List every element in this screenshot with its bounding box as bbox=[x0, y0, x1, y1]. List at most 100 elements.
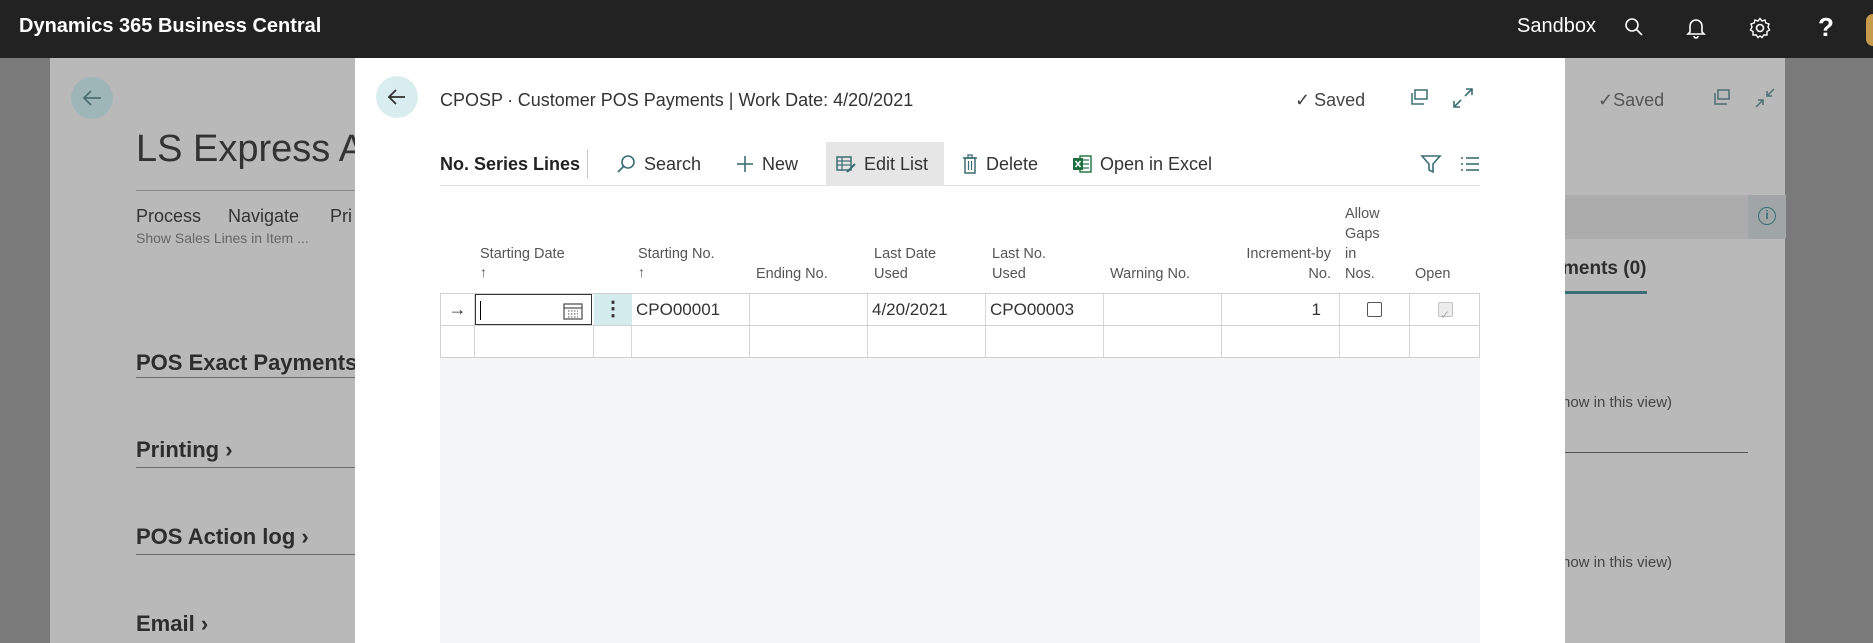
expand-icon[interactable] bbox=[1452, 87, 1474, 109]
help-icon[interactable]: ? bbox=[1814, 12, 1838, 42]
column-header-starting-no[interactable]: Starting No. ↑ bbox=[638, 244, 715, 280]
environment-label[interactable]: Sandbox bbox=[1517, 15, 1596, 38]
top-bar: Dynamics 365 Business Central Sandbox ? bbox=[0, 0, 1873, 58]
header-label: Starting No. bbox=[638, 246, 715, 262]
edit-list-icon bbox=[836, 156, 856, 173]
saved-status: ✓ Saved bbox=[1295, 90, 1365, 111]
toolbar-separator bbox=[587, 150, 588, 178]
background-back-button[interactable] bbox=[71, 77, 113, 119]
section-label: POS Exact Payments bbox=[136, 350, 358, 375]
table-row[interactable]: → ⋮ CPO00001 4/20/2021 CPO00003 1 bbox=[440, 293, 1480, 326]
check-icon: ✓ bbox=[1295, 90, 1311, 110]
sort-ascending-icon: ↑ bbox=[480, 264, 487, 280]
open-in-excel-button[interactable]: Open in Excel bbox=[1062, 142, 1222, 186]
avatar[interactable] bbox=[1866, 14, 1873, 46]
section-printing[interactable]: Printing › bbox=[136, 437, 233, 463]
header-label: in bbox=[1345, 246, 1357, 262]
back-arrow-icon bbox=[82, 90, 101, 106]
bell-icon[interactable] bbox=[1686, 17, 1712, 43]
popout-icon[interactable] bbox=[1712, 87, 1736, 111]
grid-empty-area bbox=[440, 358, 1480, 643]
check-icon: ✓ bbox=[1598, 90, 1614, 110]
search-icon[interactable] bbox=[1624, 17, 1650, 43]
list-view-icon[interactable] bbox=[1460, 155, 1480, 178]
section-divider bbox=[136, 467, 356, 468]
menu-navigate[interactable]: Navigate bbox=[228, 206, 299, 227]
table-row-new[interactable] bbox=[440, 325, 1480, 358]
section-pos-exact-payments[interactable]: POS Exact Payments › bbox=[136, 350, 371, 376]
starting-no-cell[interactable]: CPO00001 bbox=[632, 294, 750, 325]
open-cell bbox=[1410, 294, 1480, 325]
empty-view-text: now in this view) bbox=[1562, 394, 1673, 411]
header-label: No. bbox=[1308, 266, 1331, 282]
last-no-used-cell[interactable]: CPO00003 bbox=[986, 294, 1104, 325]
column-header-last-date-used[interactable]: Last Date Used bbox=[874, 244, 936, 284]
ending-no-cell[interactable] bbox=[750, 326, 868, 357]
back-arrow-icon bbox=[387, 89, 405, 105]
header-label: Used bbox=[992, 266, 1026, 282]
section-email[interactable]: Email › bbox=[136, 611, 208, 637]
starting-date-input[interactable] bbox=[475, 294, 592, 325]
sort-ascending-icon: ↑ bbox=[638, 264, 645, 280]
trash-icon bbox=[963, 154, 977, 174]
background-divider bbox=[136, 190, 356, 191]
header-label: Allow bbox=[1345, 206, 1380, 222]
part-title: No. Series Lines bbox=[440, 154, 581, 174]
allow-gaps-checkbox[interactable] bbox=[1367, 302, 1382, 317]
column-header-warning-no[interactable]: Warning No. bbox=[1110, 264, 1190, 284]
row-marker-cell bbox=[441, 326, 475, 357]
section-label: Printing bbox=[136, 437, 220, 462]
row-actions-icon[interactable]: ⋮ bbox=[594, 294, 632, 325]
calendar-icon[interactable] bbox=[563, 302, 583, 320]
filter-icon[interactable] bbox=[1420, 153, 1442, 180]
factbox-divider bbox=[1562, 452, 1748, 453]
new-button[interactable]: New bbox=[726, 142, 808, 186]
section-label: Email bbox=[136, 611, 195, 636]
header-label: Nos. bbox=[1345, 266, 1375, 282]
column-header-starting-date[interactable]: Starting Date ↑ bbox=[480, 244, 565, 280]
open-in-excel-label: Open in Excel bbox=[1100, 153, 1213, 174]
delete-label: Delete bbox=[986, 153, 1039, 174]
back-button[interactable] bbox=[376, 76, 418, 118]
warning-no-cell[interactable] bbox=[1104, 294, 1222, 325]
last-no-used-cell[interactable] bbox=[986, 326, 1104, 357]
column-header-last-no-used[interactable]: Last No. Used bbox=[992, 244, 1046, 284]
menu-print[interactable]: Pri bbox=[330, 206, 352, 227]
last-date-used-cell[interactable]: 4/20/2021 bbox=[868, 294, 986, 325]
excel-icon bbox=[1073, 155, 1092, 173]
section-pos-action-log[interactable]: POS Action log › bbox=[136, 524, 309, 550]
header-label: Gaps bbox=[1345, 226, 1380, 242]
edit-list-label: Edit List bbox=[864, 153, 929, 174]
column-header-increment-by-no[interactable]: Increment-by No. bbox=[1228, 244, 1331, 284]
popout-icon[interactable] bbox=[1410, 87, 1432, 109]
ending-no-cell[interactable] bbox=[750, 294, 868, 325]
factbox-tab[interactable]: ments (0) bbox=[1562, 258, 1646, 280]
allow-gaps-cell[interactable] bbox=[1340, 326, 1410, 357]
app-title[interactable]: Dynamics 365 Business Central bbox=[19, 15, 321, 38]
increment-by-no-cell[interactable] bbox=[1222, 326, 1340, 357]
gear-icon[interactable] bbox=[1749, 17, 1775, 43]
menu-process[interactable]: Process bbox=[136, 206, 201, 227]
column-header-open[interactable]: Open bbox=[1415, 264, 1450, 284]
edit-list-button[interactable]: Edit List bbox=[826, 142, 944, 186]
tab-underline bbox=[1562, 291, 1647, 294]
delete-button[interactable]: Delete bbox=[952, 142, 1048, 186]
section-label: POS Action log bbox=[136, 524, 296, 549]
column-header-ending-no[interactable]: Ending No. bbox=[756, 264, 828, 284]
column-header-allow-gaps[interactable]: Allow Gaps in Nos. bbox=[1345, 204, 1380, 284]
collapse-icon[interactable] bbox=[1754, 87, 1778, 111]
last-date-used-cell[interactable] bbox=[868, 326, 986, 357]
increment-by-no-cell[interactable]: 1 bbox=[1222, 294, 1340, 325]
starting-date-cell[interactable] bbox=[475, 326, 594, 357]
background-page-title: LS Express Adm bbox=[136, 128, 356, 170]
section-divider bbox=[136, 377, 356, 378]
background-saved-status: ✓Saved bbox=[1598, 90, 1664, 111]
factbox-header bbox=[1562, 195, 1750, 239]
starting-no-cell[interactable] bbox=[632, 326, 750, 357]
background-subtext: Show Sales Lines in Item ... bbox=[136, 230, 309, 244]
open-cell[interactable] bbox=[1410, 326, 1480, 357]
text-caret bbox=[480, 301, 481, 320]
warning-no-cell[interactable] bbox=[1104, 326, 1222, 357]
info-button[interactable]: i bbox=[1748, 195, 1786, 239]
search-button[interactable]: Search bbox=[606, 142, 711, 186]
